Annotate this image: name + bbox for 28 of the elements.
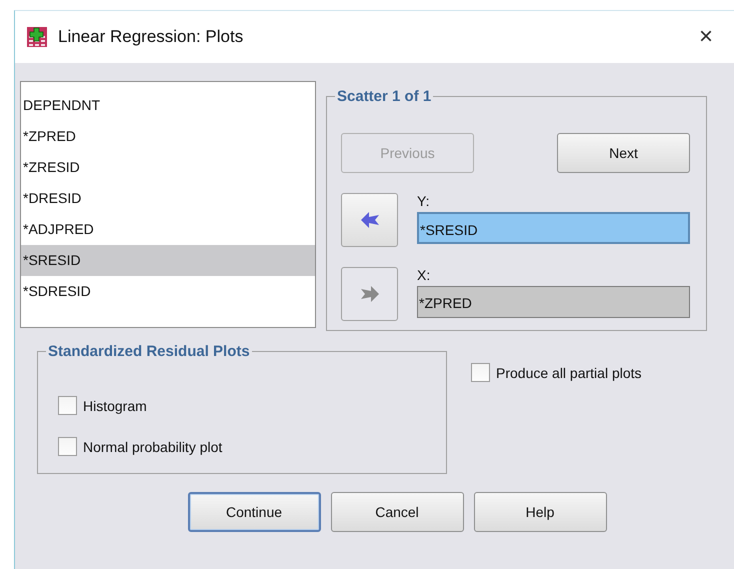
field-label: Y: bbox=[417, 193, 430, 210]
dialog-button[interactable]: Cancel bbox=[330, 492, 464, 532]
close-button[interactable]: × bbox=[686, 23, 726, 51]
checkbox[interactable] bbox=[58, 437, 77, 456]
field-label: X: bbox=[417, 267, 432, 284]
variable-item[interactable]: *ZPRED bbox=[21, 121, 315, 152]
variable-item[interactable]: *DRESID bbox=[21, 183, 315, 214]
variable-item[interactable]: DEPENDNT bbox=[21, 90, 315, 121]
right-arrow-icon bbox=[358, 283, 380, 305]
dialog-button[interactable]: Continue bbox=[188, 492, 320, 532]
variable-item[interactable]: *SDRESID bbox=[21, 276, 315, 307]
variable-item[interactable]: *SRESID bbox=[21, 245, 315, 276]
checkbox-label[interactable]: Histogram bbox=[83, 398, 147, 414]
next-button[interactable]: Next bbox=[557, 133, 690, 173]
arrow-button[interactable] bbox=[341, 193, 398, 247]
checkbox[interactable] bbox=[58, 396, 77, 415]
variable-item[interactable]: *ADJPRED bbox=[21, 214, 315, 245]
group-title: Standardized Residual Plots bbox=[47, 343, 251, 360]
checkbox-label[interactable]: Normal probability plot bbox=[83, 438, 222, 454]
variable-field[interactable]: *ZPRED bbox=[417, 286, 690, 318]
variable-field[interactable]: *SRESID bbox=[417, 212, 690, 244]
checkbox[interactable] bbox=[471, 363, 490, 382]
variable-item[interactable]: *ZRESID bbox=[21, 152, 315, 183]
window-title: Linear Regression: Plots bbox=[58, 27, 244, 47]
checkbox-label[interactable]: Produce all partial plots bbox=[496, 364, 642, 380]
group-title: Scatter 1 of 1 bbox=[336, 88, 432, 105]
dialog-button[interactable]: Help bbox=[474, 492, 606, 532]
app-icon bbox=[26, 26, 48, 48]
